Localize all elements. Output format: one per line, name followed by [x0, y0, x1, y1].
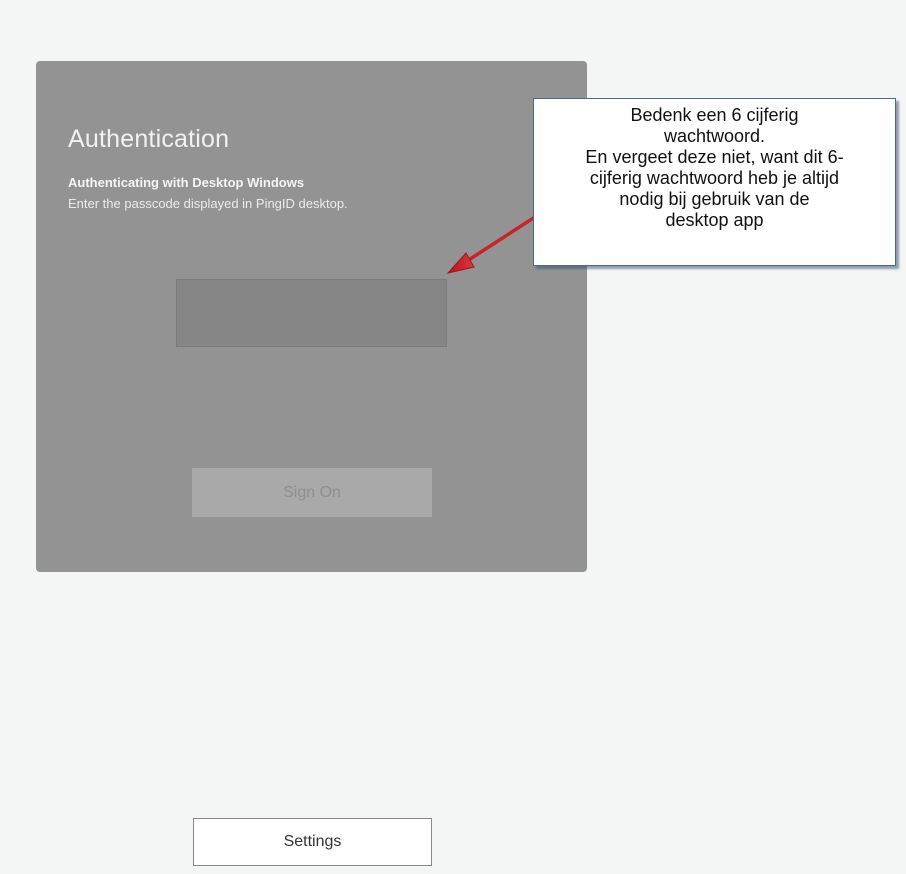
- annotation-callout: Bedenk een 6 cijferig wachtwoord. En ver…: [533, 98, 896, 266]
- authentication-panel: Authentication Authenticating with Deskt…: [36, 61, 587, 572]
- passcode-input[interactable]: [176, 279, 447, 347]
- auth-subtitle: Authenticating with Desktop Windows: [68, 175, 305, 190]
- auth-instruction: Enter the passcode displayed in PingID d…: [68, 196, 348, 211]
- settings-button[interactable]: Settings: [193, 818, 432, 866]
- sign-on-button[interactable]: Sign On: [192, 468, 432, 517]
- auth-title: Authentication: [68, 125, 230, 153]
